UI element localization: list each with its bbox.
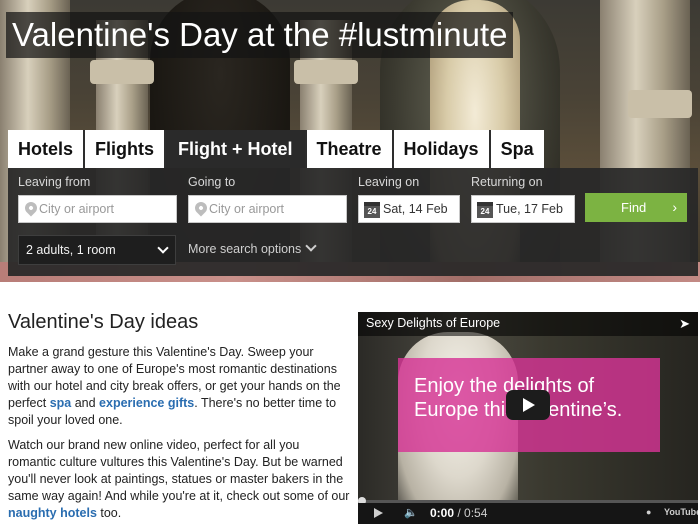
paragraph-text: too. (96, 506, 122, 520)
leaving-on-value: Sat, 14 Feb (383, 202, 448, 216)
hero-capital (628, 90, 692, 118)
more-search-options-label: More search options (188, 242, 302, 256)
youtube-logo[interactable]: YouTube (664, 507, 698, 517)
find-label: Find (621, 200, 647, 215)
tab-holidays[interactable]: Holidays (393, 130, 491, 168)
volume-icon[interactable]: 🔈 (404, 506, 418, 519)
leaving-from-placeholder: City or airport (39, 202, 115, 216)
video-player[interactable]: Sexy Delights of Europe ➤ Enjoy the deli… (358, 312, 698, 524)
experience-gifts-link[interactable]: experience gifts (99, 396, 194, 410)
leaving-from-label: Leaving from (18, 175, 91, 189)
leaving-on-label: Leaving on (358, 175, 420, 189)
find-button[interactable]: Find › (585, 193, 687, 222)
duration: 0:54 (464, 506, 488, 520)
play-icon[interactable] (374, 508, 383, 518)
hero-title: Valentine's Day at the #lustminute (6, 12, 514, 58)
guests-value: 2 adults, 1 room (26, 243, 116, 257)
intro-paragraph: Make a grand gesture this Valentine's Da… (8, 344, 350, 429)
more-search-options-link[interactable]: More search options (188, 240, 317, 256)
chevron-down-icon (157, 242, 169, 254)
search-panel: Leaving from City or airport Going to Ci… (8, 168, 698, 276)
time-separator: / (454, 506, 465, 520)
product-tabs: Hotels Flights Flight + Hotel Theatre Ho… (8, 130, 544, 168)
hero-capital (90, 60, 154, 84)
tab-flights[interactable]: Flights (85, 130, 167, 168)
hero-banner: Valentine's Day at the #lustminute Hotel… (0, 0, 700, 282)
going-to-input[interactable]: City or airport (188, 195, 347, 223)
video-title[interactable]: Sexy Delights of Europe (366, 316, 500, 330)
section-heading: Valentine's Day ideas (8, 311, 199, 333)
location-pin-icon (22, 199, 40, 217)
play-button-icon[interactable] (506, 390, 550, 420)
going-to-label: Going to (188, 175, 236, 189)
calendar-icon: 24 (364, 202, 380, 218)
share-icon[interactable]: ➤ (679, 316, 690, 332)
location-pin-icon (192, 199, 210, 217)
returning-on-date-field[interactable]: 24 Tue, 17 Feb (471, 195, 575, 223)
calendar-icon: 24 (477, 202, 493, 218)
hero-capital (294, 60, 358, 84)
naughty-hotels-link[interactable]: naughty hotels (8, 506, 97, 520)
video-title-bar: Sexy Delights of Europe ➤ (358, 312, 698, 336)
tab-hotels[interactable]: Hotels (8, 130, 86, 168)
paragraph-text: and (71, 396, 100, 410)
tab-theatre[interactable]: Theatre (306, 130, 394, 168)
watch-later-icon[interactable]: ● (646, 507, 651, 517)
chevron-right-icon: › (672, 199, 677, 215)
going-to-placeholder: City or airport (209, 202, 285, 216)
tab-spa[interactable]: Spa (490, 130, 544, 168)
spa-link[interactable]: spa (50, 396, 72, 410)
tab-flight-hotel[interactable]: Flight + Hotel (166, 130, 307, 168)
video-paragraph: Watch our brand new online video, perfec… (8, 437, 350, 522)
leaving-from-input[interactable]: City or airport (18, 195, 177, 223)
video-time: 0:00 / 0:54 (430, 506, 487, 520)
video-controls: 🔈 0:00 / 0:54 ● YouTube (358, 503, 698, 524)
returning-on-value: Tue, 17 Feb (496, 202, 563, 216)
leaving-on-date-field[interactable]: 24 Sat, 14 Feb (358, 195, 460, 223)
chevron-down-icon (305, 240, 317, 252)
guests-rooms-select[interactable]: 2 adults, 1 room (18, 235, 176, 265)
paragraph-text: Watch our brand new online video, perfec… (8, 438, 350, 503)
current-time: 0:00 (430, 506, 455, 520)
returning-on-label: Returning on (471, 175, 543, 189)
